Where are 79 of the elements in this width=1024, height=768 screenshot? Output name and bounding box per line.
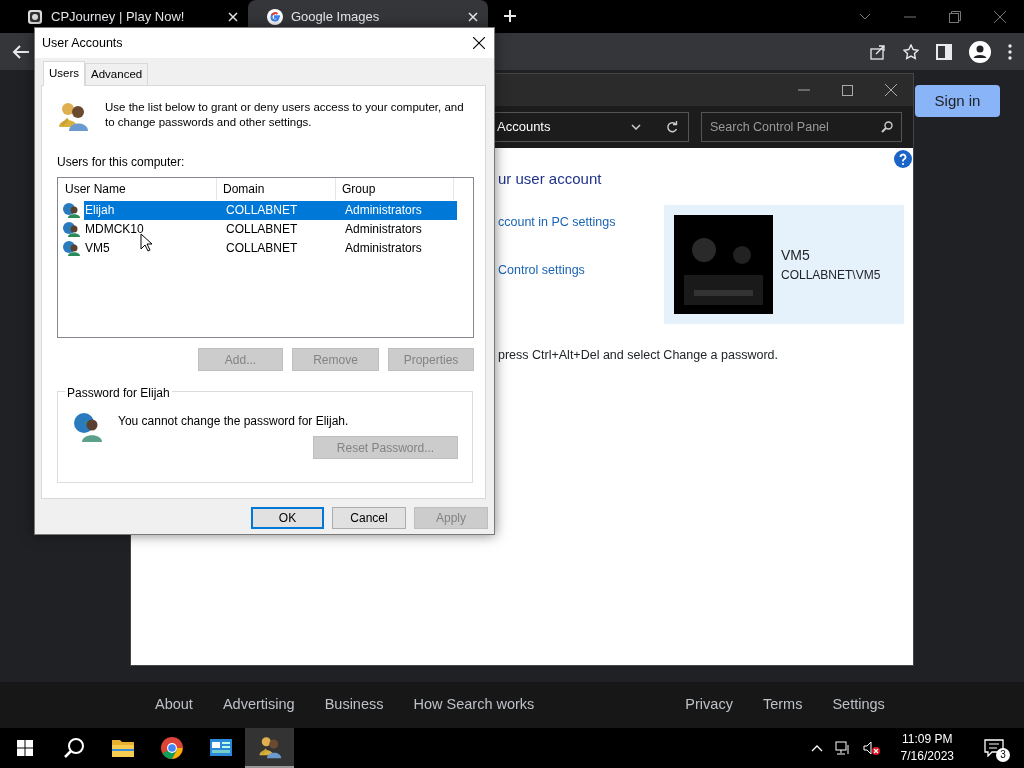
account-name: VM5 (781, 245, 811, 265)
table-cell: Elijah (85, 203, 115, 217)
dialog-tab[interactable]: Users (43, 60, 86, 86)
footer-link[interactable]: Advertising (222, 694, 295, 716)
ok-button[interactable]: OK (251, 507, 324, 529)
section-heading: ur user account (498, 169, 603, 189)
refresh-icon[interactable] (666, 121, 678, 133)
volume-muted-icon[interactable] (862, 741, 881, 755)
column-header[interactable]: User Name (58, 178, 217, 200)
close-icon[interactable] (473, 37, 485, 49)
notifications-icon[interactable] (984, 739, 1004, 757)
help-icon[interactable] (894, 150, 912, 168)
table-cell: Administrators (345, 203, 422, 217)
restore-icon[interactable] (949, 10, 961, 23)
cursor-icon (140, 233, 152, 252)
password-message: You cannot change the password for Elijah. (118, 413, 349, 430)
clock-date: 7/16/2023 (900, 748, 954, 765)
star-icon[interactable] (903, 43, 919, 60)
clock-time: 11:09 PM (901, 731, 954, 748)
footer-link[interactable]: How Search works (413, 694, 535, 716)
user-globe-icon (62, 239, 80, 257)
chrome-icon (159, 736, 184, 760)
sidebar-icon[interactable] (936, 43, 952, 60)
windows-icon (16, 740, 33, 756)
user-globe-icon (62, 201, 80, 219)
footer-link[interactable]: Business (324, 694, 384, 716)
table-cell: COLLABNET (226, 203, 298, 217)
table-cell: COLLABNET (226, 241, 298, 255)
search-field[interactable]: Search Control Panel (701, 112, 902, 142)
tab-title: CPJourney | Play Now! (51, 7, 186, 26)
search-icon[interactable] (881, 121, 893, 133)
browser-tab[interactable]: CPJourney | Play Now! (8, 0, 248, 33)
footer-link[interactable]: About (155, 694, 193, 716)
search-icon (62, 737, 85, 759)
footer-link[interactable]: Settings (832, 694, 885, 716)
users-icon (257, 735, 282, 759)
user-row[interactable]: MDMCK10 COLLABNET Administrators (84, 220, 457, 239)
maximize-icon[interactable] (842, 84, 853, 96)
settings-link[interactable]: ccount in PC settings (498, 212, 664, 232)
user-row[interactable]: VM5 COLLABNET Administrators (84, 239, 457, 258)
cancel-button[interactable]: Cancel (332, 507, 406, 529)
column-header[interactable]: Group (336, 178, 454, 200)
table-cell: Administrators (345, 241, 422, 255)
user-globe-icon (62, 220, 80, 238)
user-row[interactable]: Elijah COLLABNET Administrators (84, 201, 457, 220)
window-title: User Accounts (42, 34, 123, 52)
table-cell: MDMCK10 (85, 222, 144, 236)
list-label: Users for this computer: (57, 154, 186, 171)
description-text: Use the list below to grant or deny users access to your computer, and to change passwords and other settings. (105, 100, 465, 130)
menu-icon[interactable] (1008, 43, 1012, 60)
dialog-tab[interactable]: Advanced (85, 62, 149, 85)
share-icon[interactable] (870, 43, 886, 60)
chevron-down-icon[interactable] (631, 124, 641, 130)
chevron-up-icon[interactable] (810, 744, 823, 752)
footer-link[interactable]: Privacy (685, 694, 733, 716)
clock[interactable]: 11:09 PM 7/16/2023 (900, 731, 954, 765)
sign-in-button[interactable]: Sign in (915, 85, 1000, 117)
table-cell: VM5 (85, 241, 110, 255)
table-cell: COLLABNET (226, 222, 298, 236)
back-arrow-icon[interactable] (12, 43, 30, 60)
chevron-down-icon[interactable] (859, 12, 871, 21)
account-domain: COLLABNET\VM5 (781, 266, 881, 284)
network-icon[interactable] (834, 741, 851, 755)
new-tab-icon[interactable] (503, 9, 517, 23)
instruction-text: press Ctrl+Alt+Del and select Change a password. (498, 346, 779, 364)
users-icon (57, 100, 89, 132)
profile-icon[interactable] (969, 40, 991, 63)
address-text: Accounts (497, 118, 551, 137)
settings-link[interactable]: Control settings (498, 261, 664, 280)
user-globe-icon (72, 410, 104, 442)
table-cell: Administrators (345, 222, 422, 236)
tab-title: Google Images (291, 7, 381, 26)
google-icon (267, 8, 283, 25)
site-icon (27, 8, 43, 25)
column-header[interactable]: Domain (217, 178, 336, 200)
close-icon[interactable] (885, 84, 897, 96)
footer-link[interactable]: Terms (762, 694, 803, 716)
taskbar-app[interactable] (245, 728, 294, 768)
notification-count: 3 (996, 748, 1010, 762)
